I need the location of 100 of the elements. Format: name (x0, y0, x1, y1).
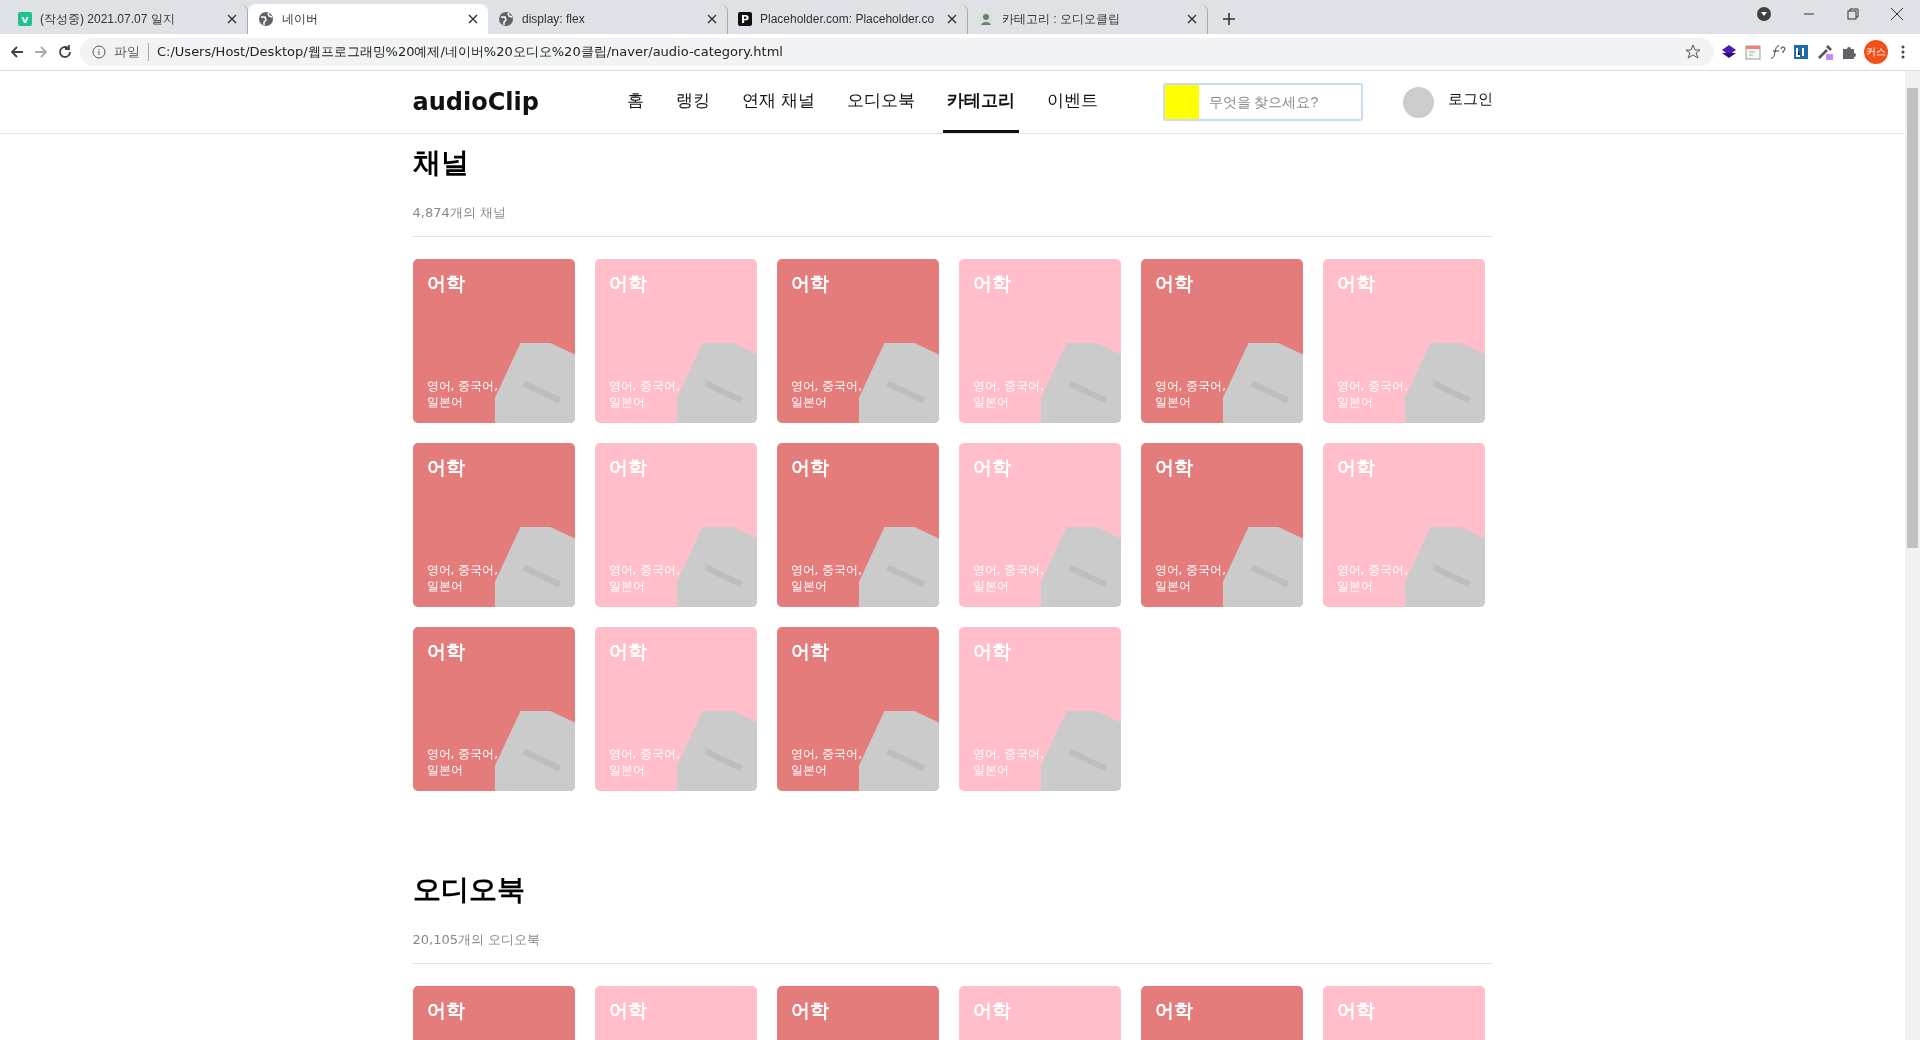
card-title: 어학 (426, 455, 465, 480)
category-card[interactable]: 어학 (1322, 986, 1485, 1040)
section-count: 20,105개의 오디오북 (412, 931, 1493, 964)
card-subtitle: 영어, 중국어, 일본어 (1336, 378, 1409, 410)
category-card[interactable]: 어학 영어, 중국어, 일본어 (1140, 259, 1303, 423)
category-card[interactable]: 어학 영어, 중국어, 일본어 (776, 259, 939, 423)
category-card[interactable]: 어학 (776, 986, 939, 1040)
card-subtitle: 영어, 중국어, 일본어 (608, 378, 681, 410)
calendar-icon[interactable] (1744, 43, 1762, 61)
nav-link[interactable]: 홈 (622, 71, 648, 133)
card-title: 어학 (790, 455, 829, 480)
section-count: 4,874개의 채널 (412, 204, 1493, 237)
card-subtitle: 영어, 중국어, 일본어 (790, 378, 863, 410)
card-title: 어학 (790, 639, 829, 664)
nav-link[interactable]: 카테고리 (942, 71, 1019, 133)
card-subtitle: 영어, 중국어, 일본어 (972, 746, 1045, 778)
category-card[interactable]: 어학 영어, 중국어, 일본어 (412, 259, 575, 423)
search-field[interactable]: 무엇을 찾으세요? (1162, 83, 1363, 121)
avatar (1402, 86, 1434, 118)
card-title: 어학 (608, 271, 647, 296)
card-title: 어학 (972, 271, 1011, 296)
eyedropper-icon[interactable] (1816, 43, 1834, 61)
address-bar[interactable]: 파일 C:/Users/Host/Desktop/웹프로그래밍%20예제/네이버%20오디오%20클립/naver/audio-category.html (80, 38, 1714, 66)
star-icon[interactable] (1684, 43, 1702, 61)
scrollbar[interactable] (1905, 71, 1920, 1040)
category-card[interactable]: 어학 영어, 중국어, 일본어 (412, 443, 575, 607)
card-subtitle: 영어, 중국어, 일본어 (1336, 562, 1409, 594)
section-title: 채널 (412, 145, 470, 181)
card-subtitle: 영어, 중국어, 일본어 (1154, 378, 1227, 410)
card-title: 어학 (1154, 998, 1193, 1023)
card-title: 어학 (1336, 455, 1375, 480)
category-card[interactable]: 어학 영어, 중국어, 일본어 (958, 627, 1121, 791)
browser-tab[interactable]: 카테고리 : 오디오클립 (968, 4, 1208, 34)
close-icon[interactable] (707, 14, 717, 24)
reload-icon[interactable] (56, 43, 74, 61)
card-title: 어학 (1154, 271, 1193, 296)
site-logo-icon: v (18, 12, 32, 26)
card-title: 어학 (972, 639, 1011, 664)
card-subtitle: 영어, 중국어, 일본어 (426, 562, 499, 594)
formula-icon[interactable] (1768, 43, 1786, 61)
card-subtitle: 영어, 중국어, 일본어 (426, 378, 499, 410)
category-card[interactable]: 어학 영어, 중국어, 일본어 (1322, 443, 1485, 607)
login-link[interactable]: 로그인 (1447, 89, 1493, 115)
category-card[interactable]: 어학 영어, 중국어, 일본어 (776, 443, 939, 607)
category-card[interactable]: 어학 영어, 중국어, 일본어 (1322, 259, 1485, 423)
card-title: 어학 (790, 271, 829, 296)
browser-tab[interactable]: 네이버 (248, 4, 488, 34)
close-icon[interactable] (947, 14, 957, 24)
section-title: 오디오북 (412, 872, 526, 908)
nav-link[interactable]: 랭킹 (671, 71, 714, 133)
site-logo-icon: P (738, 12, 752, 26)
category-card[interactable]: 어학 영어, 중국어, 일본어 (776, 627, 939, 791)
card-title: 어학 (608, 455, 647, 480)
info-icon (92, 45, 106, 59)
browser-tab[interactable]: display: flex (488, 4, 728, 34)
card-subtitle: 영어, 중국어, 일본어 (1154, 562, 1227, 594)
category-card[interactable]: 어학 영어, 중국어, 일본어 (958, 259, 1121, 423)
new-tab-icon[interactable] (1222, 12, 1236, 26)
card-subtitle: 영어, 중국어, 일본어 (790, 746, 863, 778)
restore-icon[interactable] (1846, 7, 1860, 21)
browser-tab[interactable]: v (작성중) 2021.07.07 일지 (8, 4, 248, 34)
card-subtitle: 영어, 중국어, 일본어 (972, 562, 1045, 594)
scheme-label: 파일 (114, 43, 149, 61)
category-card[interactable]: 어학 영어, 중국어, 일본어 (1140, 443, 1303, 607)
tab-search-icon[interactable] (1756, 6, 1772, 22)
close-icon[interactable] (227, 14, 237, 24)
browser-tab[interactable]: P Placeholder.com: Placeholder.co (728, 4, 968, 34)
card-title: 어학 (426, 271, 465, 296)
close-icon[interactable] (1890, 7, 1904, 21)
category-card[interactable]: 어학 영어, 중국어, 일본어 (412, 627, 575, 791)
card-subtitle: 영어, 중국어, 일본어 (426, 746, 499, 778)
category-card[interactable]: 어학 (958, 986, 1121, 1040)
category-card[interactable]: 어학 영어, 중국어, 일본어 (594, 259, 757, 423)
avatar-icon (978, 11, 994, 27)
card-title: 어학 (1336, 271, 1375, 296)
card-title: 어학 (608, 639, 647, 664)
close-icon[interactable] (468, 14, 478, 24)
nav-link[interactable]: 오디오북 (842, 71, 919, 133)
card-title: 어학 (972, 998, 1011, 1023)
category-card[interactable]: 어학 (412, 986, 575, 1040)
layers-icon[interactable] (1720, 43, 1738, 61)
site-logo[interactable]: audioClip (412, 88, 623, 116)
nav-link[interactable]: 이벤트 (1042, 71, 1102, 133)
card-title: 어학 (972, 455, 1011, 480)
book-icon[interactable] (1792, 43, 1810, 61)
category-card[interactable]: 어학 영어, 중국어, 일본어 (594, 443, 757, 607)
close-icon[interactable] (1187, 14, 1197, 24)
category-card[interactable]: 어학 (1140, 986, 1303, 1040)
globe-icon (258, 11, 274, 27)
category-card[interactable]: 어학 영어, 중국어, 일본어 (958, 443, 1121, 607)
card-title: 어학 (426, 639, 465, 664)
card-title: 어학 (1336, 998, 1375, 1023)
nav-link[interactable]: 연재 채널 (737, 71, 819, 133)
category-card[interactable]: 어학 영어, 중국어, 일본어 (594, 627, 757, 791)
card-title: 어학 (608, 998, 647, 1023)
category-card[interactable]: 어학 (594, 986, 757, 1040)
profile-avatar[interactable]: 커스 (1864, 40, 1888, 64)
card-subtitle: 영어, 중국어, 일본어 (972, 378, 1045, 410)
card-subtitle: 영어, 중국어, 일본어 (608, 562, 681, 594)
url-text: C:/Users/Host/Desktop/웹프로그래밍%20예제/네이버%20오디오%20클립/naver/audio-category.html (157, 43, 784, 61)
